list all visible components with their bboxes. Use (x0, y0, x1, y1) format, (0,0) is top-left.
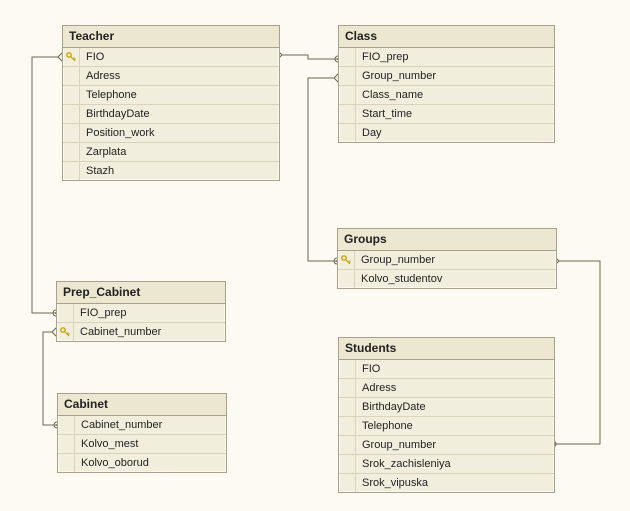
key-cell-empty (339, 379, 356, 397)
field-row[interactable]: BirthdayDate (339, 398, 554, 417)
key-cell-empty (58, 454, 75, 472)
entity-title: Cabinet (58, 394, 226, 416)
field-row[interactable]: Day (339, 124, 554, 142)
field-label: Position_work (80, 127, 154, 139)
field-row[interactable]: Kolvo_mest (58, 435, 226, 454)
key-cell-empty (339, 105, 356, 123)
key-cell-empty (339, 86, 356, 104)
field-label: Adress (356, 382, 396, 394)
field-label: Kolvo_oborud (75, 457, 149, 469)
field-label: Kolvo_mest (75, 438, 138, 450)
key-cell-empty (339, 474, 356, 492)
field-row[interactable]: Telephone (339, 417, 554, 436)
key-cell-empty (339, 124, 356, 142)
field-label: Start_time (356, 108, 412, 120)
primary-key-icon (338, 251, 355, 269)
entity-cabinet[interactable]: Cabinet Cabinet_number Kolvo_mest Kolvo_obo… (57, 393, 227, 473)
field-row[interactable]: Telephone (63, 86, 279, 105)
field-label: Group_number (355, 254, 435, 266)
field-row[interactable]: Srok_vipuska (339, 474, 554, 492)
entity-students[interactable]: Students FIO Adress BirthdayDate Telephone Gr… (338, 337, 555, 493)
field-label: Kolvo_studentov (355, 273, 442, 285)
field-label: Zarplata (80, 146, 126, 158)
field-label: Cabinet_number (75, 419, 162, 431)
field-row[interactable]: Adress (339, 379, 554, 398)
field-row[interactable]: FIO_prep (339, 48, 554, 67)
entity-teacher[interactable]: Teacher FIO Adress Telephone BirthdayDate Pos… (62, 25, 280, 181)
field-label: Stazh (80, 165, 114, 177)
relation-line (308, 78, 338, 261)
entity-prep_cabinet[interactable]: Prep_Cabinet FIO_prep Cabinet_number (56, 281, 226, 342)
key-cell-empty (338, 270, 355, 288)
entity-title: Prep_Cabinet (57, 282, 225, 304)
key-cell-empty (339, 455, 356, 473)
field-label: Group_number (356, 439, 436, 451)
key-cell-empty (57, 304, 74, 322)
field-row[interactable]: FIO_prep (57, 304, 225, 323)
field-label: FIO (80, 51, 104, 63)
key-cell-empty (339, 398, 356, 416)
key-cell-empty (63, 162, 80, 180)
key-cell-empty (63, 67, 80, 85)
field-label: BirthdayDate (80, 108, 150, 120)
field-row[interactable]: Kolvo_oborud (58, 454, 226, 472)
key-cell-empty (58, 435, 75, 453)
key-cell-empty (339, 360, 356, 378)
entity-title: Teacher (63, 26, 279, 48)
key-cell-empty (339, 67, 356, 85)
field-label: Telephone (356, 420, 413, 432)
entity-groups[interactable]: Groups Group_number Kolvo_studentov (337, 228, 557, 289)
entity-title: Students (339, 338, 554, 360)
field-row[interactable]: Start_time (339, 105, 554, 124)
field-row[interactable]: FIO (63, 48, 279, 67)
field-label: BirthdayDate (356, 401, 426, 413)
field-label: Cabinet_number (74, 326, 161, 338)
relation-line (43, 332, 57, 425)
field-row[interactable]: BirthdayDate (63, 105, 279, 124)
field-label: Day (356, 127, 382, 139)
entity-title: Groups (338, 229, 556, 251)
field-label: FIO_prep (356, 51, 408, 63)
key-cell-empty (63, 105, 80, 123)
relation-line (278, 55, 338, 59)
field-row[interactable]: Kolvo_studentov (338, 270, 556, 288)
field-row[interactable]: Cabinet_number (58, 416, 226, 435)
key-cell-empty (339, 417, 356, 435)
field-row[interactable]: Stazh (63, 162, 279, 180)
field-row[interactable]: Group_number (339, 436, 554, 455)
entity-title: Class (339, 26, 554, 48)
field-row[interactable]: Adress (63, 67, 279, 86)
field-row[interactable]: Position_work (63, 124, 279, 143)
entity-class[interactable]: Class FIO_prep Group_number Class_name Start… (338, 25, 555, 143)
field-label: Adress (80, 70, 120, 82)
field-row[interactable]: Group_number (339, 67, 554, 86)
field-row[interactable]: Srok_zachisleniya (339, 455, 554, 474)
field-label: Group_number (356, 70, 436, 82)
field-label: Telephone (80, 89, 137, 101)
field-row[interactable]: Group_number (338, 251, 556, 270)
field-label: Srok_zachisleniya (356, 458, 451, 470)
field-row[interactable]: Class_name (339, 86, 554, 105)
primary-key-icon (63, 48, 80, 66)
field-label: FIO (356, 363, 380, 375)
field-row[interactable]: Cabinet_number (57, 323, 225, 341)
key-cell-empty (339, 48, 356, 66)
key-cell-empty (63, 86, 80, 104)
key-cell-empty (63, 124, 80, 142)
primary-key-icon (57, 323, 74, 341)
field-label: Srok_vipuska (356, 477, 428, 489)
field-row[interactable]: FIO (339, 360, 554, 379)
field-row[interactable]: Zarplata (63, 143, 279, 162)
key-cell-empty (58, 416, 75, 434)
field-label: Class_name (356, 89, 423, 101)
key-cell-empty (63, 143, 80, 161)
relation-line (32, 57, 62, 313)
key-cell-empty (339, 436, 356, 454)
relation-line (553, 261, 600, 444)
field-label: FIO_prep (74, 307, 126, 319)
